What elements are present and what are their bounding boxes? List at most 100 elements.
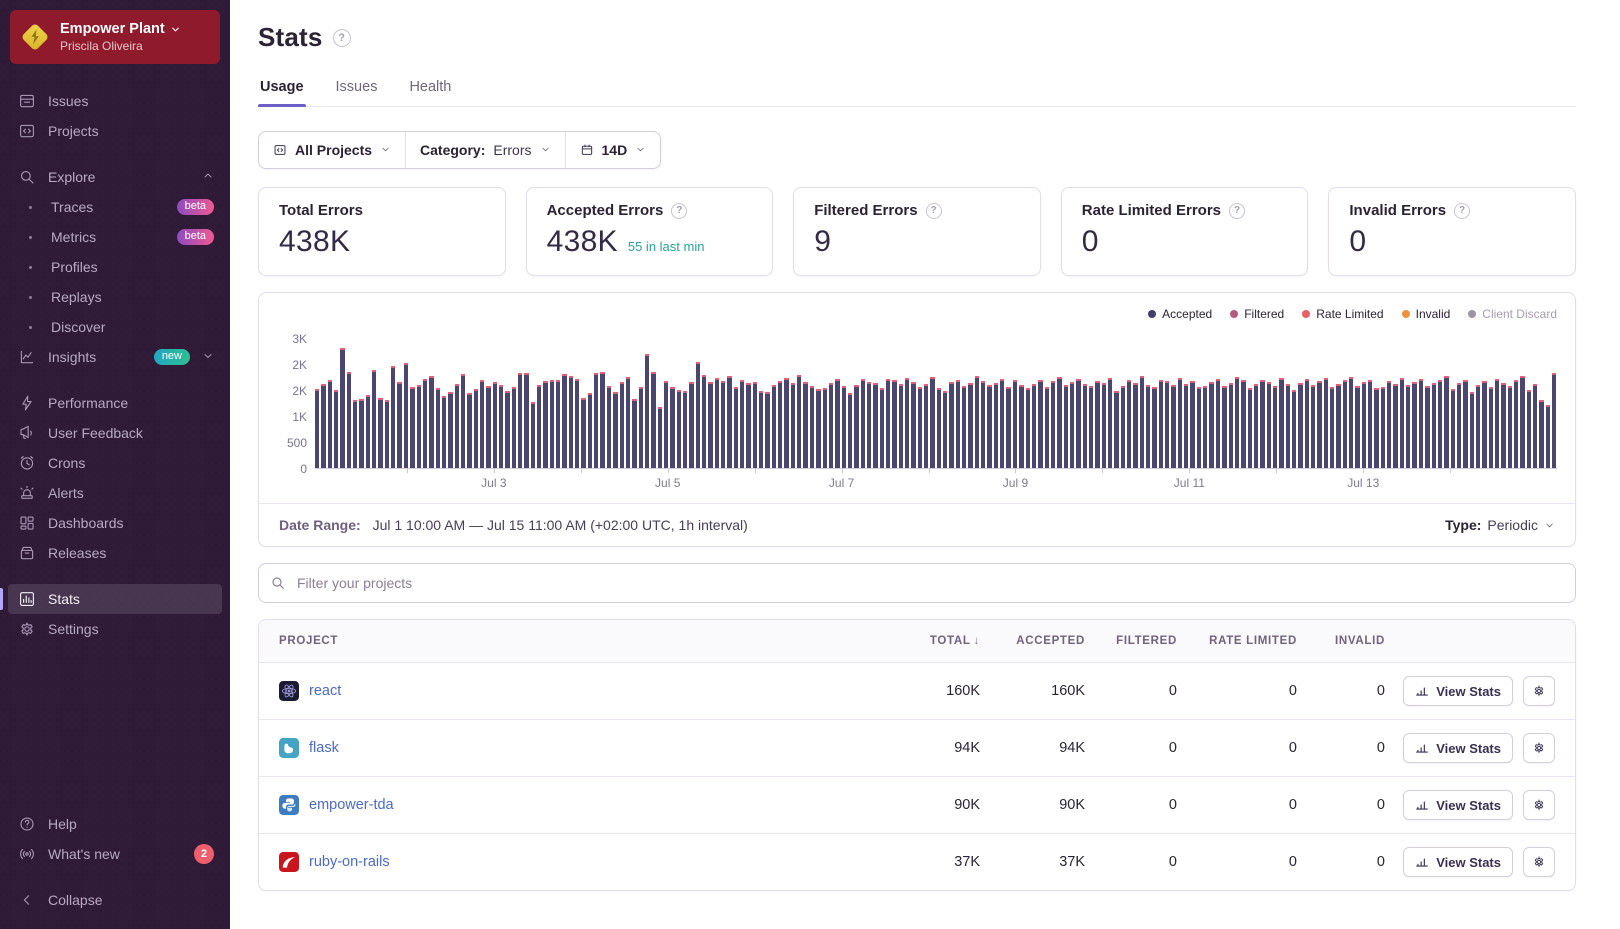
- chart-bar: [968, 383, 972, 468]
- legend-invalid[interactable]: Invalid: [1402, 307, 1451, 321]
- bullet-icon: [21, 206, 39, 209]
- alerts-icon: [18, 484, 36, 502]
- chart-bar: [1057, 377, 1061, 468]
- sidebar-item-discover[interactable]: Discover: [8, 312, 222, 342]
- sidebar-item-issues[interactable]: Issues: [8, 86, 222, 116]
- beta-badge: beta: [177, 199, 214, 215]
- chart-bar: [607, 386, 611, 468]
- sidebar-item-settings[interactable]: Settings: [8, 614, 222, 644]
- help-icon[interactable]: ?: [926, 203, 942, 219]
- chart-bar: [1381, 387, 1385, 468]
- sidebar-item-explore[interactable]: Explore: [8, 162, 222, 192]
- chart-bar: [1463, 380, 1467, 468]
- chart-bar: [740, 380, 744, 468]
- invalid-value: 0: [1297, 854, 1385, 870]
- sidebar-item-user-feedback[interactable]: User Feedback: [8, 418, 222, 448]
- chart-bar: [397, 382, 401, 468]
- chart-bar: [1083, 384, 1087, 468]
- legend-filtered[interactable]: Filtered: [1230, 307, 1284, 321]
- chart-bar: [1000, 379, 1004, 468]
- legend-accepted[interactable]: Accepted: [1148, 307, 1212, 321]
- chart-bar: [1400, 378, 1404, 468]
- x-tick: [407, 469, 408, 473]
- tab-health[interactable]: Health: [407, 79, 453, 106]
- column-header-invalid[interactable]: INVALID: [1297, 635, 1385, 647]
- sidebar-item-alerts[interactable]: Alerts: [8, 478, 222, 508]
- sidebar-item-metrics[interactable]: Metricsbeta: [8, 222, 222, 252]
- project-settings-button[interactable]: [1523, 790, 1555, 820]
- project-link[interactable]: flask: [309, 740, 339, 756]
- project-link[interactable]: react: [309, 683, 341, 699]
- tab-issues[interactable]: Issues: [334, 79, 380, 106]
- filtered-value: 0: [1085, 740, 1177, 756]
- chart-bar: [1501, 383, 1505, 468]
- type-select[interactable]: Type: Periodic: [1445, 517, 1555, 533]
- chart-bar: [1019, 385, 1023, 468]
- column-header-project[interactable]: PROJECT: [279, 635, 870, 647]
- chart-bar: [543, 381, 547, 468]
- chart-bar: [1292, 390, 1296, 468]
- chart-bar: [385, 400, 389, 468]
- date-period-filter[interactable]: 14D: [565, 132, 661, 168]
- table-header: PROJECTTOTAL↓ACCEPTEDFILTEREDRATE LIMITE…: [259, 620, 1575, 662]
- sidebar-item-projects[interactable]: Projects: [8, 116, 222, 146]
- legend-rate-limited[interactable]: Rate Limited: [1302, 307, 1383, 321]
- view-stats-button[interactable]: View Stats: [1403, 847, 1513, 877]
- bullet-icon: [21, 326, 39, 329]
- column-header-filtered[interactable]: FILTERED: [1085, 635, 1177, 647]
- column-header-rate-limited[interactable]: RATE LIMITED: [1177, 635, 1297, 647]
- sidebar-item-what-s-new[interactable]: What's new2: [8, 839, 222, 869]
- org-switcher[interactable]: Empower Plant Priscila Oliveira: [10, 10, 220, 64]
- chart-bar: [1476, 385, 1480, 468]
- rate-limited-value: 0: [1177, 683, 1297, 699]
- x-tick: [1363, 469, 1364, 473]
- view-stats-button[interactable]: View Stats: [1403, 733, 1513, 763]
- platform-react-icon: [279, 681, 299, 701]
- accepted-value: 160K: [980, 683, 1085, 699]
- sidebar-item-crons[interactable]: Crons: [8, 448, 222, 478]
- sidebar-item-profiles[interactable]: Profiles: [8, 252, 222, 282]
- x-tick-label: Jul 13: [1347, 476, 1379, 490]
- project-filter[interactable]: All Projects: [259, 132, 405, 168]
- category-filter[interactable]: Category: Errors: [405, 132, 564, 168]
- chart-bar: [1412, 382, 1416, 468]
- chart-bar: [1419, 379, 1423, 468]
- column-header-total[interactable]: TOTAL↓: [870, 635, 980, 647]
- page-help-icon[interactable]: ?: [333, 29, 351, 47]
- project-settings-button[interactable]: [1523, 847, 1555, 877]
- help-icon[interactable]: ?: [1454, 203, 1470, 219]
- sidebar-item-traces[interactable]: Tracesbeta: [8, 192, 222, 222]
- tab-usage[interactable]: Usage: [258, 79, 306, 106]
- sidebar-item-performance[interactable]: Performance: [8, 388, 222, 418]
- projects-table: PROJECTTOTAL↓ACCEPTEDFILTEREDRATE LIMITE…: [258, 619, 1576, 891]
- y-tick-label: 2K: [292, 384, 307, 398]
- help-icon[interactable]: ?: [671, 203, 687, 219]
- chart-bar: [328, 380, 332, 468]
- sidebar-item-insights[interactable]: Insightsnew: [8, 342, 222, 372]
- column-header-accepted[interactable]: ACCEPTED: [980, 635, 1085, 647]
- help-icon[interactable]: ?: [1229, 203, 1245, 219]
- chart-bar: [518, 373, 522, 468]
- view-stats-button[interactable]: View Stats: [1403, 676, 1513, 706]
- chart-bar: [962, 386, 966, 468]
- sidebar-item-dashboards[interactable]: Dashboards: [8, 508, 222, 538]
- sidebar-item-replays[interactable]: Replays: [8, 282, 222, 312]
- view-stats-button[interactable]: View Stats: [1403, 790, 1513, 820]
- chart-bar: [1140, 376, 1144, 468]
- chart-bar: [918, 387, 922, 468]
- project-link[interactable]: ruby-on-rails: [309, 854, 390, 870]
- sidebar-item-stats[interactable]: Stats: [8, 584, 222, 614]
- sidebar-item-collapse[interactable]: Collapse: [8, 885, 222, 915]
- chart-bar: [366, 395, 370, 468]
- project-search: [258, 563, 1576, 603]
- project-link[interactable]: empower-tda: [309, 797, 394, 813]
- chart-bar: [1355, 386, 1359, 468]
- rate-limited-value: 0: [1177, 797, 1297, 813]
- legend-client-discard[interactable]: Client Discard: [1468, 307, 1557, 321]
- sidebar-item-releases[interactable]: Releases: [8, 538, 222, 568]
- project-settings-button[interactable]: [1523, 733, 1555, 763]
- project-settings-button[interactable]: [1523, 676, 1555, 706]
- sidebar-item-help[interactable]: Help: [8, 809, 222, 839]
- project-search-input[interactable]: [258, 563, 1576, 603]
- chart-bar: [791, 383, 795, 468]
